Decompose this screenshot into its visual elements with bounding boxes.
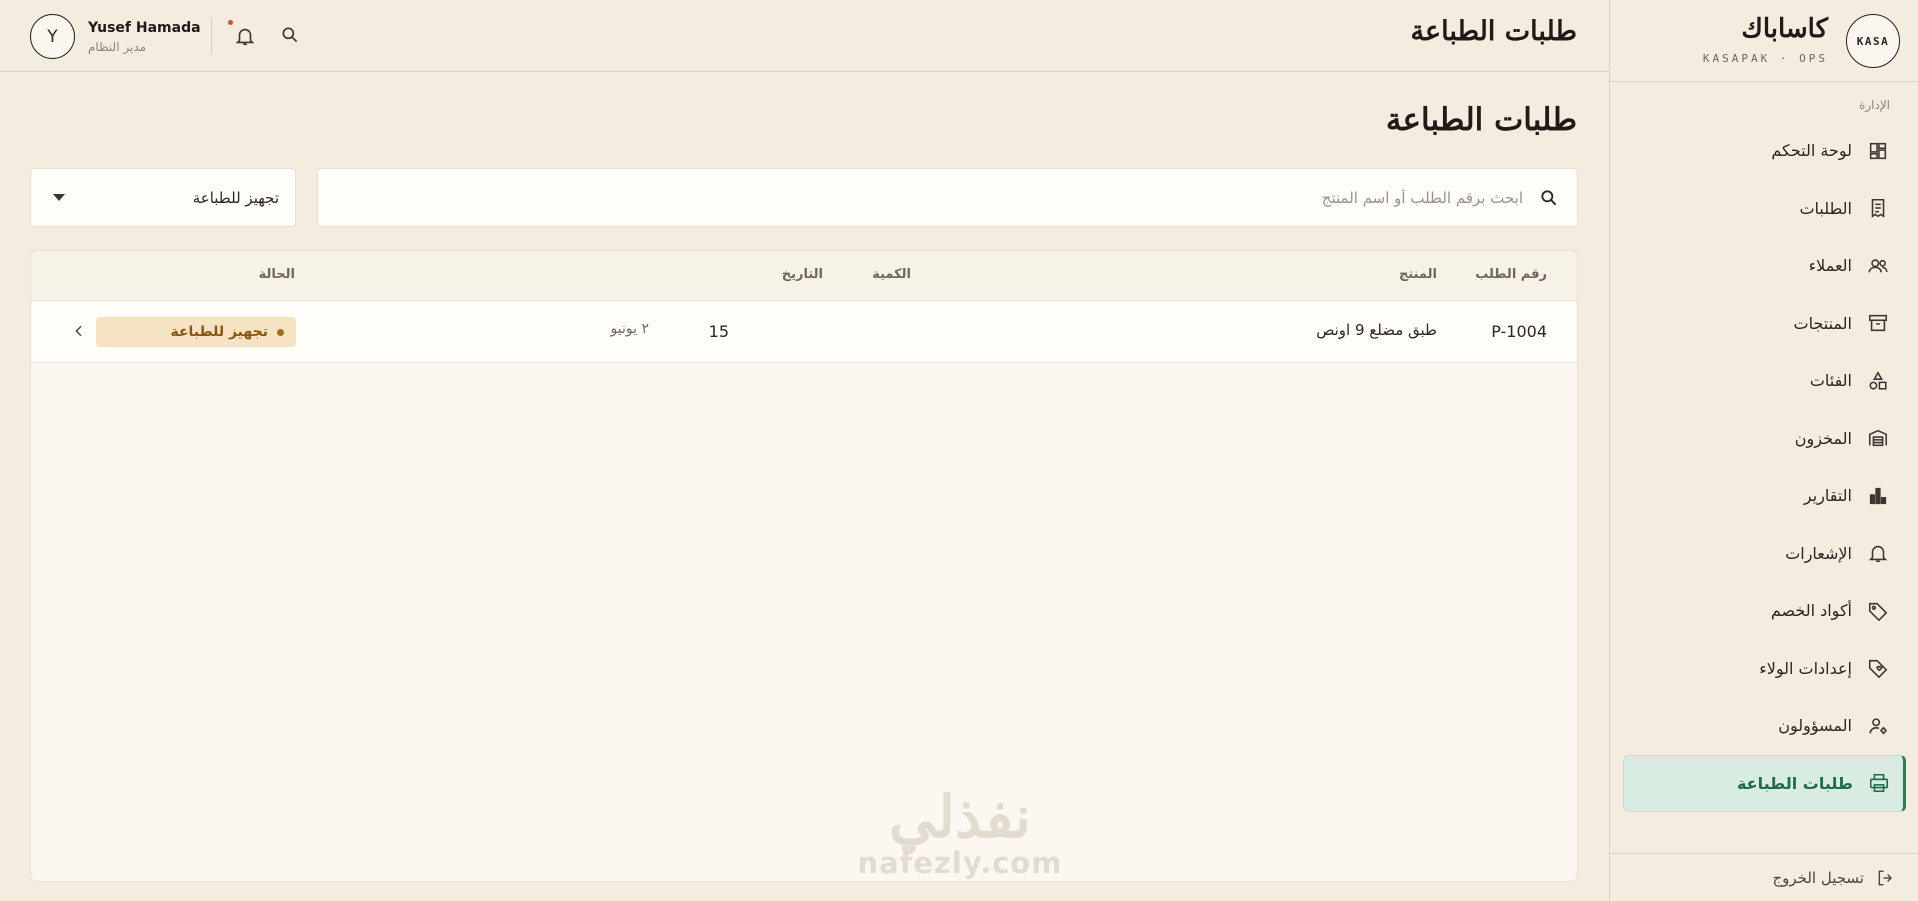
print-orders-table: رقم الطلب المنتج الكمية التاريخ الحالة P… (30, 250, 1578, 882)
search-input[interactable] (318, 188, 1523, 207)
sidebar-item-products[interactable]: المنتجات (1609, 295, 1918, 353)
column-header-status[interactable]: الحالة (259, 267, 295, 282)
bell-icon (1866, 541, 1890, 565)
archive-box-icon (1866, 311, 1890, 335)
sidebar-item-label: الفئات (1809, 371, 1852, 391)
sidebar-item-dashboard[interactable]: لوحة التحكم (1609, 122, 1918, 180)
loyalty-tag-icon (1866, 656, 1890, 680)
sidebar-item-label: أكواد الخصم (1770, 601, 1852, 621)
sidebar: KASA كاساباك KASAPAK · OPS الإدارة لوحة … (1609, 0, 1918, 901)
sidebar-item-label: إعدادات الولاء (1759, 658, 1852, 678)
sidebar-item-categories[interactable]: الفئات (1609, 352, 1918, 410)
user-menu[interactable]: Y Yusef Hamada مدير النظام (30, 14, 201, 59)
sidebar-nav: لوحة التحكم الطلبات العملاء المنتجات الف… (1609, 122, 1918, 812)
user-name: Yusef Hamada (88, 19, 201, 36)
receipt-icon (1866, 196, 1890, 220)
column-header-quantity[interactable]: الكمية (872, 267, 911, 282)
sidebar-item-label: لوحة التحكم (1771, 141, 1852, 161)
sidebar-item-label: العملاء (1808, 256, 1852, 276)
table-header: رقم الطلب المنتج الكمية التاريخ الحالة (31, 251, 1577, 301)
brand-subtitle: KASAPAK · OPS (1702, 52, 1828, 65)
search-bar[interactable] (317, 168, 1578, 227)
sidebar-item-reports[interactable]: التقارير (1609, 467, 1918, 525)
logout-label: تسجيل الخروج (1772, 868, 1864, 887)
quantity-cell: 15 (708, 322, 729, 341)
page-title: طلبات الطباعة (1385, 102, 1577, 138)
sidebar-item-admins[interactable]: المسؤولون (1609, 697, 1918, 755)
sidebar-item-orders[interactable]: الطلبات (1609, 180, 1918, 238)
chevron-down-icon (53, 194, 65, 201)
logout-icon (1878, 870, 1893, 885)
status-badge: تجهيز للطباعة (96, 317, 296, 347)
status-filter-select[interactable]: تجهيز للطباعة (30, 168, 296, 227)
product-cell: طبق مضلع 9 اونص (1316, 321, 1437, 339)
users-icon (1866, 254, 1890, 278)
brand-name: كاساباك (1741, 14, 1828, 44)
column-header-product[interactable]: المنتج (1399, 267, 1437, 282)
header-title: طلبات الطباعة (1410, 16, 1577, 47)
status-dot (277, 328, 284, 336)
notifications-button[interactable] (228, 20, 256, 47)
shapes-icon (1866, 369, 1890, 393)
table-row[interactable]: P-1004 طبق مضلع 9 اونص 15 ٢ يونيو تجهيز … (31, 301, 1577, 363)
bell-icon (235, 28, 255, 46)
avatar[interactable]: Y (30, 14, 75, 59)
admin-user-icon (1866, 714, 1890, 738)
sidebar-item-label: المنتجات (1793, 313, 1853, 333)
date-cell: ٢ يونيو (610, 321, 649, 337)
sidebar-item-label: التقارير (1803, 486, 1852, 506)
sidebar-item-label: المخزون (1794, 428, 1852, 448)
column-header-order-id[interactable]: رقم الطلب (1475, 267, 1547, 282)
status-badge-label: تجهيز للطباعة (170, 324, 268, 340)
row-expand-button[interactable] (71, 323, 89, 341)
watermark: نفذلي nafezly.com (850, 788, 1070, 880)
user-role: مدير النظام (88, 39, 147, 54)
sidebar-item-print-orders[interactable]: طلبات الطباعة (1623, 754, 1906, 812)
bar-chart-icon (1866, 484, 1890, 508)
logout-button[interactable]: تسجيل الخروج (1609, 853, 1918, 901)
sidebar-item-inventory[interactable]: المخزون (1609, 410, 1918, 468)
printer-icon (1867, 771, 1891, 795)
sidebar-item-loyalty-settings[interactable]: إعدادات الولاء (1609, 640, 1918, 698)
column-header-date[interactable]: التاريخ (782, 267, 823, 282)
sidebar-item-label: طلبات الطباعة (1736, 773, 1853, 793)
dashboard-icon (1866, 139, 1890, 163)
brand-header: KASA كاساباك KASAPAK · OPS (1610, 0, 1918, 82)
tag-icon (1866, 599, 1890, 623)
topbar: طلبات الطباعة Y Yusef Hamada مدير النظام (0, 0, 1609, 72)
watermark-latin: nafezly.com (857, 846, 1063, 880)
user-info: Yusef Hamada مدير النظام (88, 20, 201, 54)
sidebar-item-customers[interactable]: العملاء (1609, 237, 1918, 295)
sidebar-item-label: المسؤولون (1778, 716, 1852, 736)
search-icon (282, 27, 298, 43)
brand-logo[interactable]: KASA (1846, 14, 1900, 68)
sidebar-item-notifications[interactable]: الإشعارات (1609, 525, 1918, 583)
sidebar-item-discount-codes[interactable]: أكواد الخصم (1609, 582, 1918, 640)
status-filter-value: تجهيز للطباعة (192, 188, 279, 207)
search-icon (1541, 189, 1557, 205)
sidebar-item-label: الإشعارات (1785, 543, 1852, 563)
sidebar-item-label: الطلبات (1799, 198, 1852, 218)
chevron-left-icon (75, 325, 82, 337)
notification-dot (228, 20, 233, 25)
warehouse-icon (1866, 426, 1890, 450)
watermark-arabic: نفذلي (889, 783, 1031, 851)
header-divider (211, 18, 212, 54)
header-search-button[interactable] (280, 25, 302, 47)
order-id-cell: P-1004 (1491, 322, 1547, 341)
nav-section-label: الإدارة (1859, 98, 1890, 112)
